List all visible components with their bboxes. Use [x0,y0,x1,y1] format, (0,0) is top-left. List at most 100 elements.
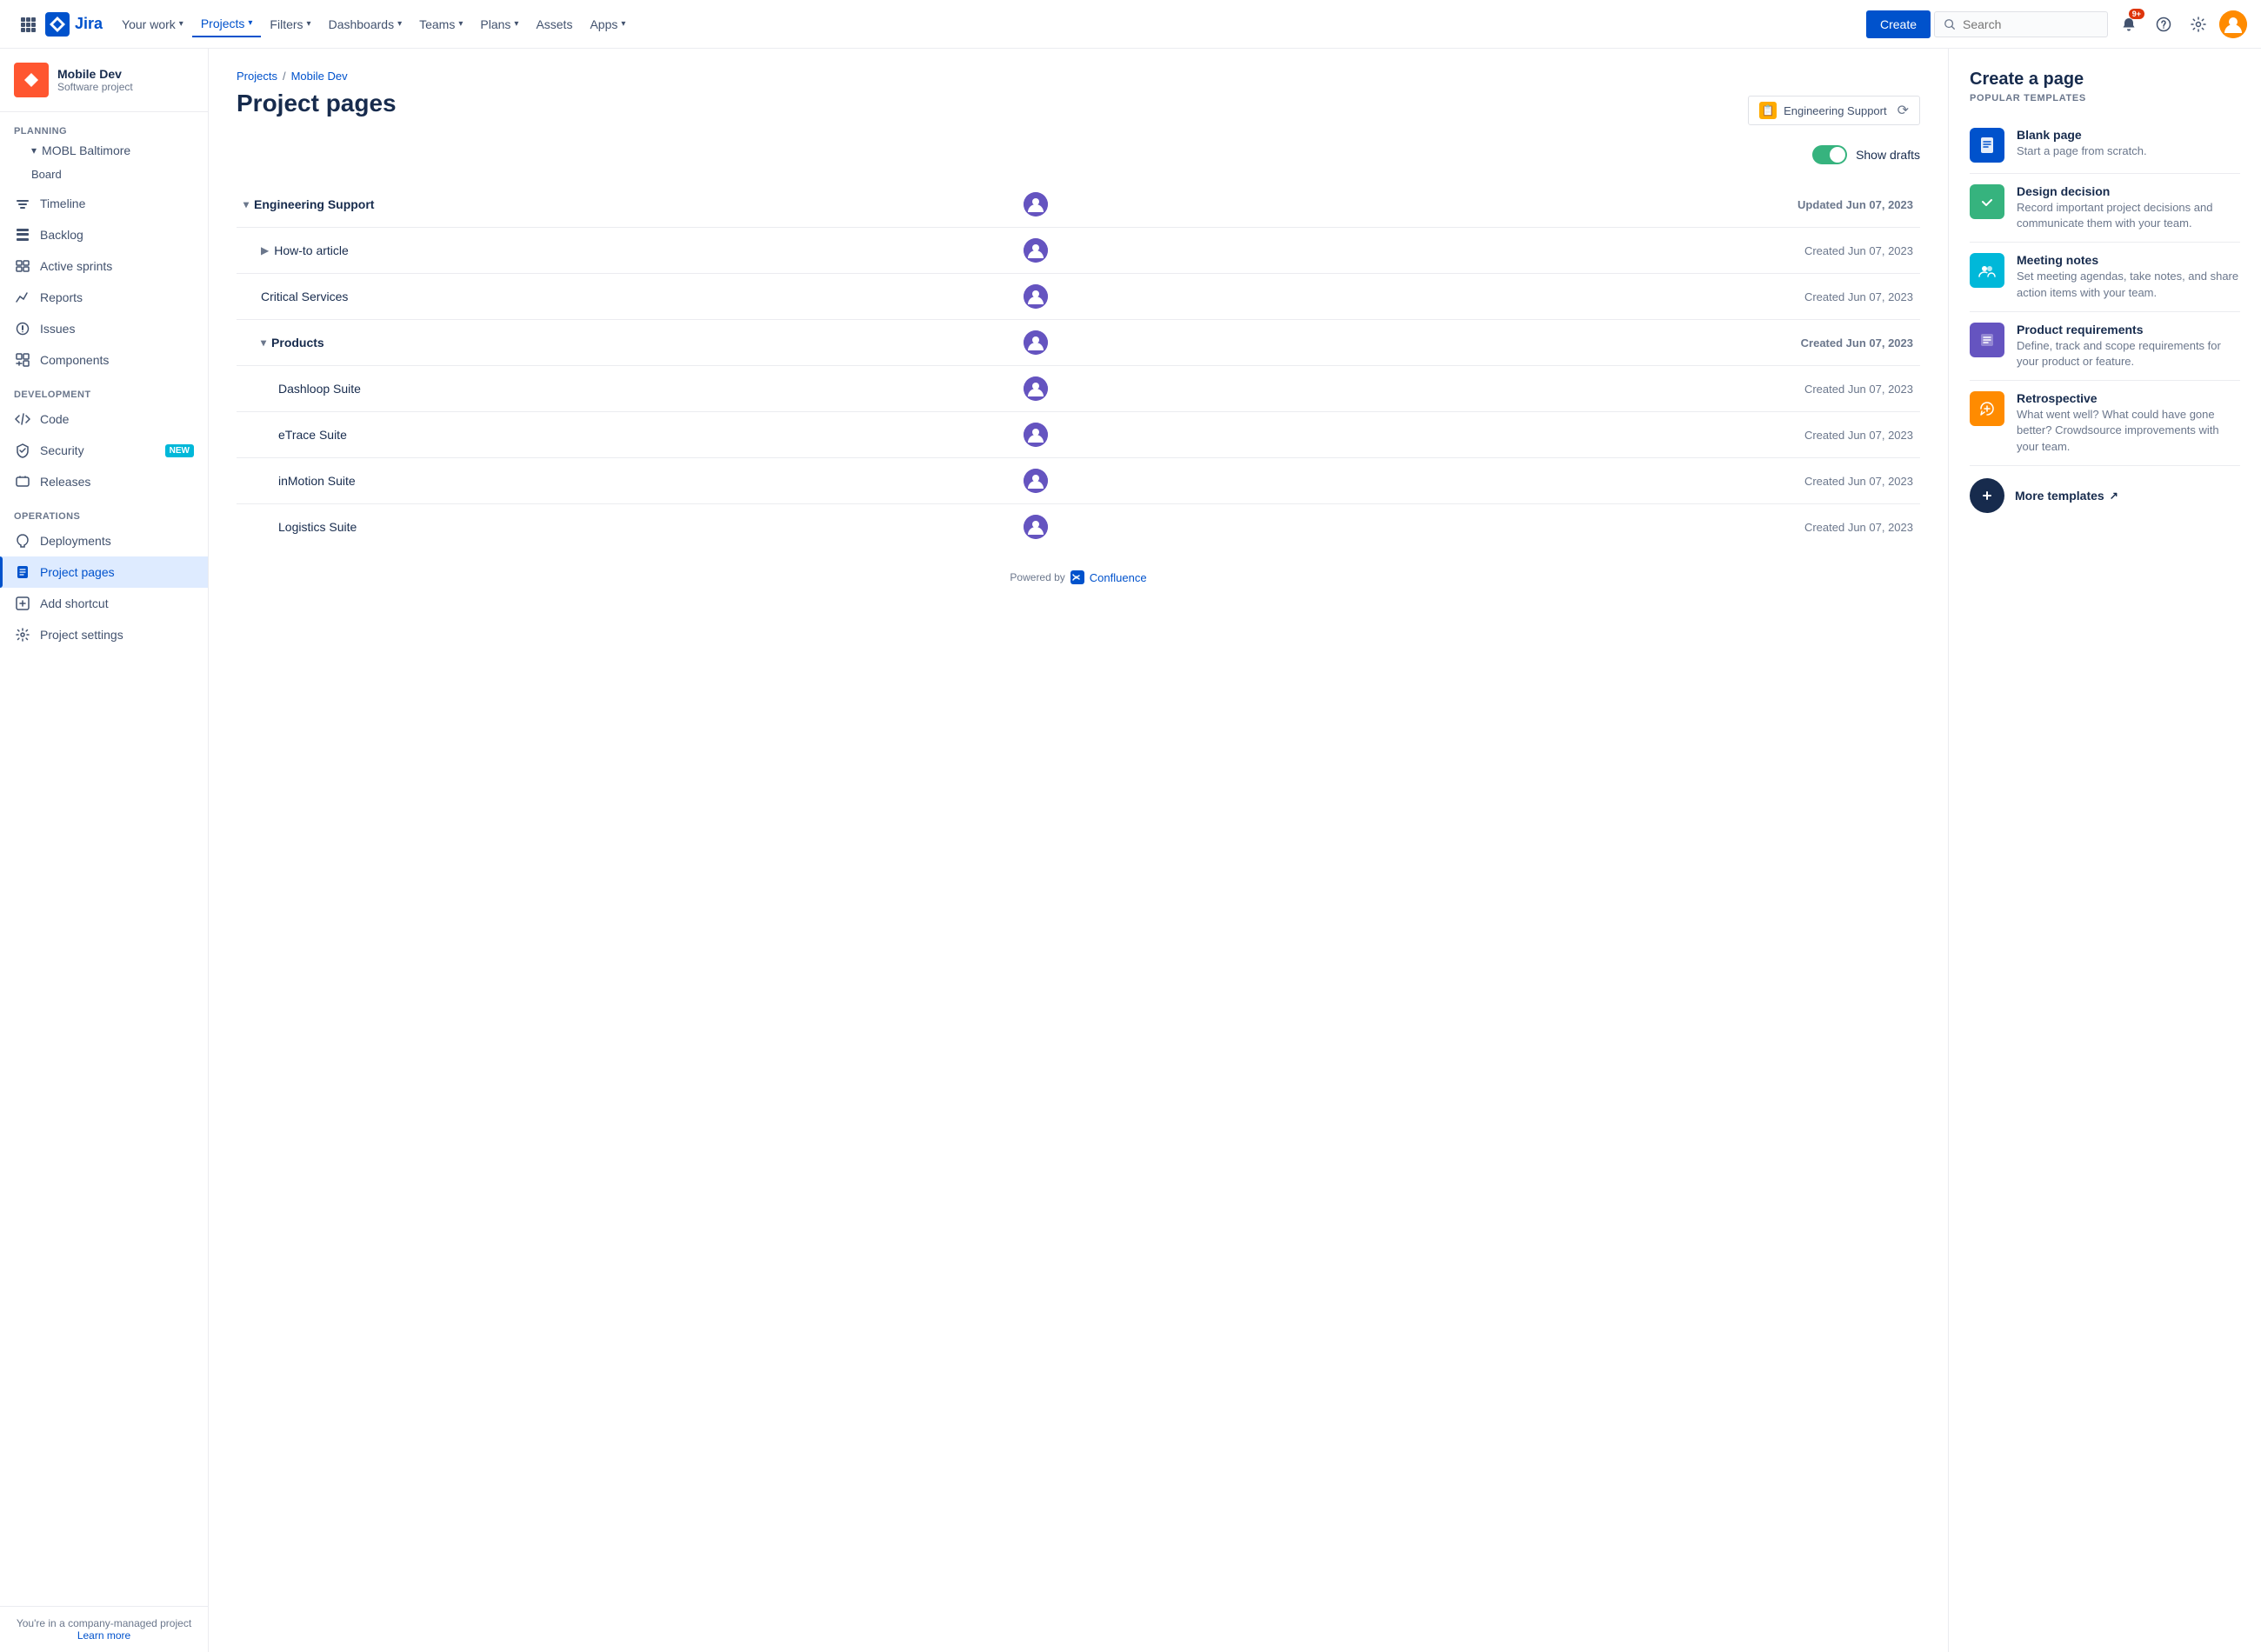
sidebar-item-releases[interactable]: Releases [0,466,208,497]
grid-icon[interactable] [14,10,42,38]
engineering-label: Engineering Support [1784,104,1887,117]
user-avatar-inmotion [1024,469,1048,493]
expand-icon-how-to[interactable]: ▶ [261,244,269,256]
sidebar-item-add-shortcut[interactable]: Add shortcut [0,588,208,619]
sidebar-item-project-settings[interactable]: Project settings [0,619,208,650]
table-row[interactable]: eTrace Suite Created Jun 07, 2023 [237,412,1920,458]
breadcrumb: Projects / Mobile Dev [237,70,1920,83]
breadcrumb-sep: / [283,70,286,83]
reports-icon [14,289,31,306]
template-retrospective[interactable]: Retrospective What went well? What could… [1970,381,2240,466]
page-name-logistics: Logistics Suite [278,520,1010,534]
projects-nav[interactable]: Projects ▾ [192,11,262,37]
sidebar-item-project-pages[interactable]: Project pages [0,556,208,588]
template-retro-desc: What went well? What could have gone bet… [2017,407,2240,455]
assets-nav[interactable]: Assets [527,12,581,37]
right-panel-title: Create a page [1970,70,2240,90]
more-templates-link[interactable]: More templates ↗ [1970,466,2240,525]
sidebar-item-reports[interactable]: Reports [0,282,208,313]
sidebar-backlog-label: Backlog [40,228,194,242]
sidebar-item-code[interactable]: Code [0,403,208,435]
expand-icon-products[interactable]: ▾ [261,336,266,349]
engineering-badge[interactable]: 📋 Engineering Support ⟳ [1748,96,1920,125]
sidebar-footer: You're in a company-managed project Lear… [0,1606,208,1652]
table-row[interactable]: ▾ Engineering Support Updated Jun 07, 20… [237,182,1920,228]
table-row[interactable]: inMotion Suite Created Jun 07, 2023 [237,458,1920,504]
page-name-text: Engineering Support [254,197,374,211]
search-icon [1944,17,1956,31]
sidebar-components-label: Components [40,353,194,367]
table-row[interactable]: ▾ Products Created Jun 07, 2023 [237,320,1920,366]
create-button[interactable]: Create [1866,10,1931,38]
board-chevron: ▾ [31,144,37,157]
teams-nav[interactable]: Teams ▾ [410,12,471,37]
notification-badge: 9+ [2129,9,2144,19]
template-blank-icon [1970,128,2004,163]
board-label: Board [31,168,62,181]
table-row[interactable]: Logistics Suite Created Jun 07, 2023 [237,504,1920,550]
refresh-icon[interactable]: ⟳ [1898,102,1909,119]
dev-section-label: DEVELOPMENT [0,376,208,403]
logo-text: Jira [75,15,103,33]
sidebar-item-components[interactable]: Components [0,344,208,376]
template-product-name: Product requirements [2017,323,2240,336]
jira-logo[interactable]: Jira [45,12,103,37]
page-date-eng: Updated Jun 07, 2023 [1223,182,1920,228]
template-meeting-notes[interactable]: Meeting notes Set meeting agendas, take … [1970,243,2240,311]
learn-more-link[interactable]: Learn more [14,1629,194,1642]
user-avatar-how-to [1024,238,1048,263]
sidebar-item-active-sprints[interactable]: Active sprints [0,250,208,282]
sidebar-reports-label: Reports [40,290,194,304]
components-icon [14,351,31,369]
page-name-inmotion: inMotion Suite [278,474,1010,488]
sidebar-item-backlog[interactable]: Backlog [0,219,208,250]
plans-nav[interactable]: Plans ▾ [471,12,527,37]
search-box[interactable] [1934,11,2108,37]
powered-by-text: Powered by [1010,571,1064,583]
template-blank-page[interactable]: Blank page Start a page from scratch. [1970,117,2240,174]
help-button[interactable] [2150,10,2178,38]
search-input[interactable] [1963,17,2098,31]
table-row[interactable]: ▶ How-to article Created Jun 07, 2023 [237,228,1920,274]
engineering-icon: 📋 [1759,102,1777,119]
apps-nav[interactable]: Apps ▾ [581,12,634,37]
filters-nav[interactable]: Filters ▾ [261,12,319,37]
sidebar-deployments-label: Deployments [40,534,194,548]
settings-button[interactable] [2184,10,2212,38]
notification-button[interactable]: 9+ [2115,10,2143,38]
user-avatar-products [1024,330,1048,355]
template-product-req[interactable]: Product requirements Define, track and s… [1970,312,2240,381]
table-row[interactable]: Dashloop Suite Created Jun 07, 2023 [237,366,1920,412]
page-title: Project pages [237,90,397,117]
sidebar-item-issues[interactable]: Issues [0,313,208,344]
ops-section-label: OPERATIONS [0,497,208,525]
user-avatar[interactable] [2219,10,2247,38]
topnav-right: 9+ [1934,10,2247,38]
template-meeting-desc: Set meeting agendas, take notes, and sha… [2017,269,2240,300]
show-drafts-toggle[interactable] [1812,145,1847,164]
sidebar-releases-label: Releases [40,475,194,489]
template-meeting-name: Meeting notes [2017,253,2240,267]
sidebar-item-security[interactable]: Security NEW [0,435,208,466]
page-name-dashloop: Dashloop Suite [278,382,1010,396]
expand-icon[interactable]: ▾ [243,198,249,210]
sidebar-item-timeline[interactable]: Timeline [0,188,208,219]
sidebar-item-deployments[interactable]: Deployments [0,525,208,556]
board-row[interactable]: ▾ MOBL Baltimore [0,140,208,161]
dashboards-nav[interactable]: Dashboards ▾ [320,12,411,37]
breadcrumb-mobile-dev[interactable]: Mobile Dev [291,70,348,83]
sidebar-sprints-label: Active sprints [40,259,194,273]
table-row[interactable]: Critical Services Created Jun 07, 2023 [237,274,1920,320]
user-avatar-eng [1024,192,1048,216]
help-icon [2156,17,2171,32]
your-work-nav[interactable]: Your work ▾ [113,12,192,37]
code-icon [14,410,31,428]
template-design-decision[interactable]: Design decision Record important project… [1970,174,2240,243]
breadcrumb-projects[interactable]: Projects [237,70,277,83]
sidebar-board-label[interactable]: Board [0,161,208,188]
template-blank-info: Blank page Start a page from scratch. [2017,128,2147,159]
page-name-text: Critical Services [261,290,348,303]
security-icon [14,442,31,459]
releases-icon [14,473,31,490]
deployments-icon [14,532,31,550]
